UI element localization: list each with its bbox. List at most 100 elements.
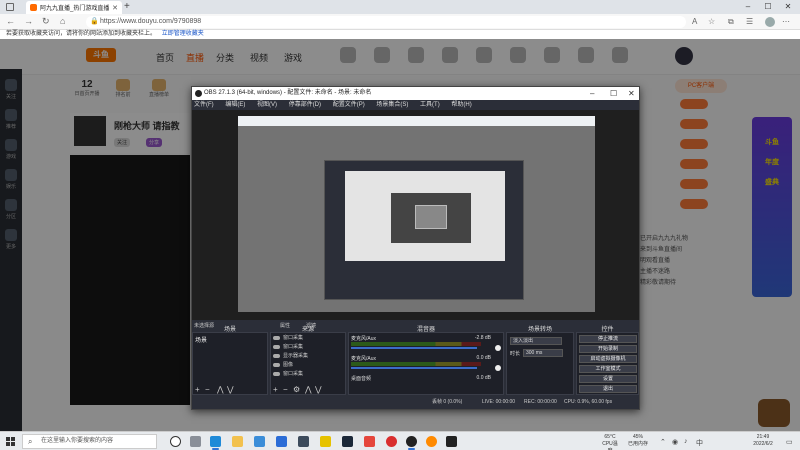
- obs-minimize-button[interactable]: –: [590, 87, 594, 100]
- input-method-icon[interactable]: 中: [696, 438, 703, 448]
- tab-actions-icon[interactable]: [6, 3, 14, 11]
- app-icon[interactable]: [320, 436, 331, 447]
- read-aloud-icon[interactable]: A: [692, 17, 697, 26]
- menu-view[interactable]: 视图(V): [257, 102, 277, 108]
- dock-title: 混音器: [416, 327, 435, 333]
- mem-label: 已用内存: [627, 441, 648, 447]
- obs-maximize-button[interactable]: ☐: [610, 87, 617, 100]
- transition-select[interactable]: 淡入淡出: [510, 337, 562, 345]
- manage-favorites-link[interactable]: 立即管理收藏夹: [162, 31, 204, 37]
- menu-scene-collection[interactable]: 场景集合(S): [376, 102, 408, 108]
- menu-edit[interactable]: 编辑(E): [225, 102, 245, 108]
- collections-icon[interactable]: ☰: [746, 17, 753, 26]
- cpu-temp[interactable]: 65°C CPU温度: [600, 434, 620, 450]
- virtual-camera-button[interactable]: 启动虚拟摄像机: [579, 355, 637, 363]
- visibility-icon[interactable]: [273, 354, 280, 358]
- cortana-icon[interactable]: [170, 436, 181, 447]
- duration-field[interactable]: 300 ms: [523, 349, 563, 357]
- memory-usage[interactable]: 45% 已用内存: [626, 434, 650, 448]
- dropped-frames: 丢帧 0 (0.0%): [432, 399, 463, 405]
- mail-icon[interactable]: [276, 436, 287, 447]
- stop-streaming-button[interactable]: 停止推流: [579, 335, 637, 343]
- source-item[interactable]: 窗口采集: [283, 343, 303, 350]
- captured-obs: [324, 160, 524, 300]
- task-view-icon[interactable]: [190, 436, 201, 447]
- remove-scene-icon[interactable]: −: [205, 385, 210, 394]
- steam-icon[interactable]: [342, 436, 353, 447]
- source-item[interactable]: 窗口采集: [283, 370, 303, 377]
- obs-close-button[interactable]: ✕: [628, 87, 635, 100]
- obs-icon[interactable]: [406, 436, 417, 450]
- start-button[interactable]: [6, 437, 15, 446]
- studio-mode-button[interactable]: 工作室模式: [579, 365, 637, 373]
- home-button[interactable]: ⌂: [60, 16, 65, 26]
- settings-button[interactable]: 设置: [579, 375, 637, 383]
- notifications-icon[interactable]: ▭: [786, 438, 793, 446]
- app-icon[interactable]: [386, 436, 397, 447]
- app-icon[interactable]: [364, 436, 375, 447]
- source-settings-icon[interactable]: ⚙: [293, 385, 300, 394]
- visibility-icon[interactable]: [273, 372, 280, 376]
- remove-source-icon[interactable]: −: [283, 385, 288, 394]
- captured-browser-nested: [345, 171, 505, 261]
- transitions-dock: 场景转场 淡入淡出 时长 300 ms: [506, 327, 574, 395]
- source-item[interactable]: 显示器采集: [283, 352, 308, 359]
- start-recording-button[interactable]: 开始录制: [579, 345, 637, 353]
- profile-avatar[interactable]: [765, 17, 775, 27]
- app-icon[interactable]: [426, 436, 437, 447]
- back-button[interactable]: ←: [6, 16, 15, 26]
- move-up-icon[interactable]: ⋀: [217, 385, 224, 394]
- scene-item[interactable]: 场景: [195, 335, 207, 344]
- close-button[interactable]: ✕: [778, 0, 798, 14]
- volume-slider[interactable]: [351, 367, 477, 369]
- move-down-icon[interactable]: ⋁: [227, 385, 234, 394]
- exit-button[interactable]: 退出: [579, 385, 637, 393]
- favorites-info-bar: 若要获取收藏夹访问，请将你的网站添加到收藏夹栏上。 立即管理收藏夹: [0, 30, 800, 39]
- file-explorer-icon[interactable]: [232, 436, 243, 447]
- tab-close-icon[interactable]: ✕: [112, 4, 118, 12]
- menu-file[interactable]: 文件(F): [194, 102, 214, 108]
- temp-value: 65°C: [604, 434, 616, 440]
- menu-profile[interactable]: 配置文件(P): [333, 102, 365, 108]
- minimize-button[interactable]: –: [738, 0, 758, 14]
- mixer-settings-icon[interactable]: [495, 365, 501, 371]
- menu-docks[interactable]: 停靠部件(D): [289, 102, 321, 108]
- browser-tab[interactable]: 阿九九直播_热门游戏直播_从斗鱼开始 ✕: [26, 1, 122, 14]
- menu-tools[interactable]: 工具(T): [420, 102, 440, 108]
- store-icon[interactable]: [254, 436, 265, 447]
- maximize-button[interactable]: ☐: [758, 0, 778, 14]
- volume-icon[interactable]: ♪: [684, 438, 688, 445]
- tab-title: 阿九九直播_热门游戏直播_从斗鱼开始: [40, 6, 110, 12]
- site-favicon-icon: [30, 4, 37, 11]
- mixer-settings-icon[interactable]: [495, 345, 501, 351]
- app-icon[interactable]: [446, 436, 457, 447]
- address-bar[interactable]: 🔒 https://www.douyu.com/9790898: [86, 16, 686, 28]
- volume-slider[interactable]: [351, 347, 477, 349]
- new-tab-button[interactable]: +: [124, 1, 130, 12]
- tray-chevron-icon[interactable]: ⌃: [660, 438, 666, 446]
- edge-browser-icon[interactable]: [210, 436, 221, 450]
- visibility-icon[interactable]: [273, 363, 280, 367]
- favorite-star-icon[interactable]: ☆: [708, 17, 715, 26]
- taskbar-search[interactable]: ⌕ 在这里输入你要搜索的内容: [22, 434, 157, 449]
- forward-button[interactable]: →: [24, 16, 33, 26]
- app-icon[interactable]: [298, 436, 309, 447]
- live-timer: LIVE: 00:00:00: [482, 399, 516, 405]
- more-menu-icon[interactable]: ⋯: [782, 17, 790, 26]
- menu-help[interactable]: 帮助(H): [451, 102, 471, 108]
- obs-preview[interactable]: [192, 110, 639, 320]
- network-icon[interactable]: ◉: [672, 438, 678, 446]
- obs-title-bar[interactable]: OBS 27.1.3 (64-bit, windows) - 配置文件: 未命名…: [192, 87, 639, 100]
- obs-window[interactable]: OBS 27.1.3 (64-bit, windows) - 配置文件: 未命名…: [191, 86, 640, 410]
- visibility-icon[interactable]: [273, 345, 280, 349]
- source-item[interactable]: 窗口采集: [283, 334, 303, 341]
- clock[interactable]: 21:49 2022/6/2: [748, 434, 778, 448]
- add-source-icon[interactable]: +: [273, 385, 278, 394]
- extensions-icon[interactable]: ⧉: [728, 17, 734, 27]
- move-up-icon[interactable]: ⋀: [305, 385, 312, 394]
- move-down-icon[interactable]: ⋁: [315, 385, 322, 394]
- add-scene-icon[interactable]: +: [195, 385, 200, 394]
- refresh-button[interactable]: ↻: [42, 16, 50, 27]
- visibility-icon[interactable]: [273, 336, 280, 340]
- source-item[interactable]: 图像: [283, 361, 293, 368]
